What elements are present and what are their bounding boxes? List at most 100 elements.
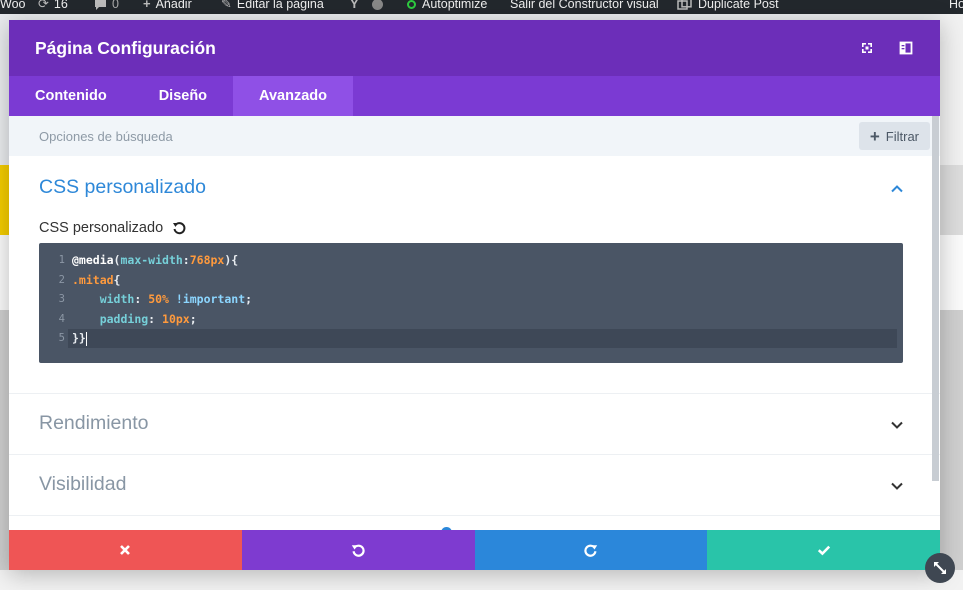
code-token: }} xyxy=(72,331,86,345)
chevron-down-icon[interactable] xyxy=(890,418,904,432)
tab-advanced[interactable]: Avanzado xyxy=(233,76,353,116)
reset-icon[interactable] xyxy=(172,221,186,235)
tab-design[interactable]: Diseño xyxy=(133,76,233,116)
undo-button[interactable] xyxy=(241,530,475,570)
code-token: { xyxy=(113,273,121,287)
updates-count: 16 xyxy=(53,0,68,11)
options-search-bar: + Filtrar xyxy=(9,116,940,156)
chevron-down-icon[interactable] xyxy=(890,479,904,493)
howdy-label: Ho xyxy=(949,0,963,11)
exit-builder-label: Salir del Constructor visual xyxy=(510,0,659,11)
code-token: 50% xyxy=(148,292,169,306)
line-number: 3 xyxy=(58,293,65,305)
code-token: : xyxy=(134,292,149,306)
admin-add-new-link[interactable]: + Añadir xyxy=(143,0,192,10)
edit-page-label: Editar la página xyxy=(236,0,324,11)
admin-updates-link[interactable]: ⟳ 16 xyxy=(38,0,68,10)
duplicate-post-label: Duplicate Post xyxy=(698,0,779,11)
redo-icon xyxy=(584,544,598,557)
background-bottom xyxy=(0,570,963,590)
section-visibility-title[interactable]: Visibilidad xyxy=(39,473,126,496)
fullscreen-icon[interactable] xyxy=(859,40,875,56)
split-view-icon[interactable] xyxy=(898,40,914,56)
autoptimize-status-icon xyxy=(407,0,416,9)
section-custom-css: CSS personalizado CSS personalizado 1 @m… xyxy=(9,156,940,394)
custom-css-field-label: CSS personalizado xyxy=(39,220,186,236)
code-token: ){ xyxy=(224,253,239,267)
code-line: 3 width: 50% !important; xyxy=(39,290,897,309)
duplicate-icon xyxy=(677,0,692,10)
settings-modal: Página Configuración Contenido Diseño Av… xyxy=(9,20,940,570)
wp-admin-bar: Woo ⟳ 16 0 + Añadir ✎ Editar la página Y… xyxy=(0,0,963,14)
comment-icon xyxy=(95,0,106,10)
code-token: ; xyxy=(189,312,197,326)
code-text: @media(max-width:768px){ xyxy=(72,251,238,270)
plus-icon: + xyxy=(143,0,151,11)
code-text: padding: 10px; xyxy=(72,310,197,329)
code-text: .mitad{ xyxy=(72,271,120,290)
modal-scrollbar[interactable] xyxy=(932,116,939,481)
add-new-label: Añadir xyxy=(155,0,192,11)
admin-woo-label: Woo xyxy=(0,0,26,11)
code-token: max-width xyxy=(120,253,183,267)
modal-title: Página Configuración xyxy=(35,38,216,58)
code-line: 4 padding: 10px; xyxy=(39,310,897,329)
css-code-editor[interactable]: 1 @media(max-width:768px){ 2 .mitad{ 3 w… xyxy=(39,243,903,363)
admin-howdy-link[interactable]: Ho xyxy=(949,0,963,10)
line-number: 4 xyxy=(58,313,65,325)
line-number: 1 xyxy=(58,254,65,266)
options-search-input[interactable] xyxy=(31,123,747,149)
modal-tabs: Contenido Diseño Avanzado xyxy=(9,76,940,116)
section-custom-css-title[interactable]: CSS personalizado xyxy=(39,176,206,199)
code-text: width: 50% !important; xyxy=(72,290,252,309)
resize-handle-button[interactable] xyxy=(925,553,955,583)
code-token: ; xyxy=(245,292,253,306)
seo-status-dot-icon xyxy=(371,0,383,10)
section-performance-title[interactable]: Rendimiento xyxy=(39,412,148,435)
admin-yoast-link[interactable]: Y xyxy=(350,0,383,10)
code-token: 10px xyxy=(162,312,190,326)
comments-count: 0 xyxy=(112,0,119,11)
filter-label: Filtrar xyxy=(885,128,919,144)
pencil-icon: ✎ xyxy=(221,0,232,11)
admin-duplicate-post-link[interactable]: Duplicate Post xyxy=(677,0,779,10)
code-token: : xyxy=(148,312,163,326)
admin-edit-page-link[interactable]: ✎ Editar la página xyxy=(221,0,324,10)
code-line: 1 @media(max-width:768px){ xyxy=(39,251,897,270)
tab-content[interactable]: Contenido xyxy=(9,76,133,116)
close-icon xyxy=(120,545,131,555)
admin-exit-builder-link[interactable]: Salir del Constructor visual xyxy=(510,0,659,10)
line-number: 5 xyxy=(58,332,65,344)
section-performance[interactable]: Rendimiento xyxy=(9,394,940,455)
modal-action-bar xyxy=(9,530,940,570)
text-cursor xyxy=(85,331,87,346)
modal-header: Página Configuración xyxy=(9,20,940,76)
code-token: width xyxy=(99,292,135,306)
code-token: @media xyxy=(72,253,114,267)
admin-comments-link[interactable]: 0 xyxy=(94,0,119,10)
custom-css-label-text: CSS personalizado xyxy=(39,220,164,236)
autoptimize-label: Autoptimize xyxy=(422,0,488,11)
redo-button[interactable] xyxy=(474,530,708,570)
discard-button[interactable] xyxy=(9,530,242,570)
save-button[interactable] xyxy=(707,530,940,570)
code-token: .mitad xyxy=(72,273,114,287)
line-number: 2 xyxy=(58,274,65,286)
admin-autoptimize-link[interactable]: Autoptimize xyxy=(407,0,487,10)
background-yellow-accent xyxy=(0,165,9,235)
plus-icon: + xyxy=(869,126,880,146)
filter-button[interactable]: + Filtrar xyxy=(858,122,930,150)
code-text: }} xyxy=(72,329,87,348)
code-line-active: 5 }} xyxy=(59,329,897,348)
checkmark-icon xyxy=(817,545,830,556)
undo-icon xyxy=(351,544,365,557)
admin-woo-link[interactable]: Woo xyxy=(0,0,25,10)
chevron-up-icon[interactable] xyxy=(890,182,904,196)
code-token: padding xyxy=(99,312,149,326)
section-visibility[interactable]: Visibilidad xyxy=(9,455,940,516)
code-token: : xyxy=(182,253,190,267)
expand-arrows-icon xyxy=(934,562,946,574)
